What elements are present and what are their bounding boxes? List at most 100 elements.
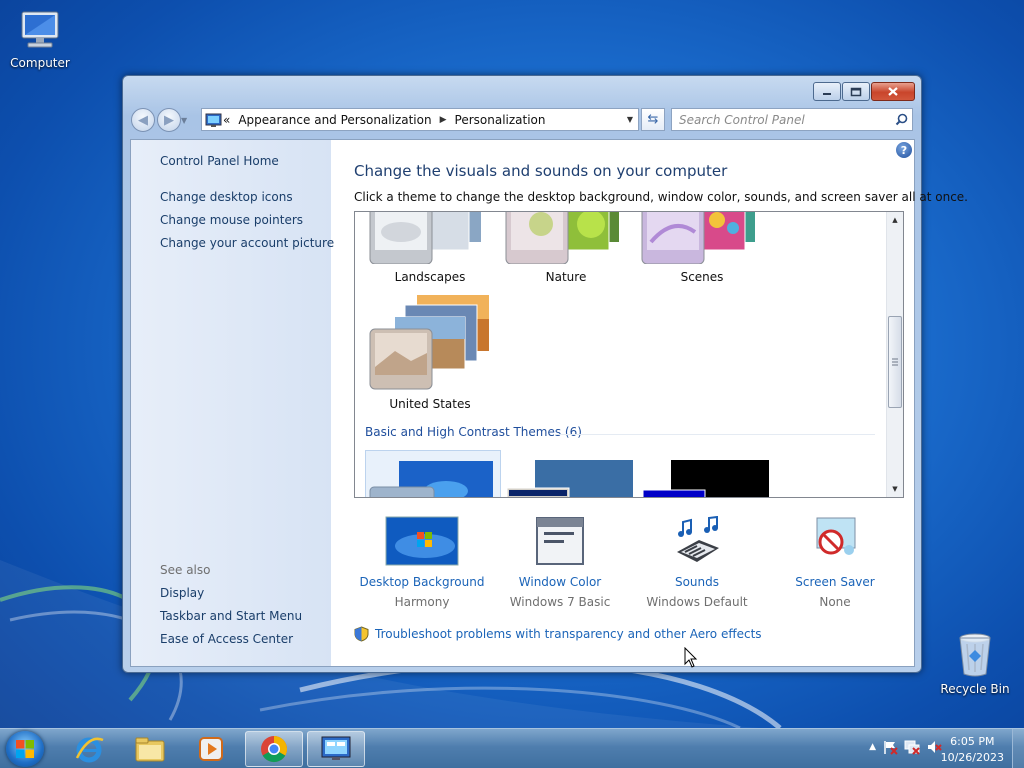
breadcrumb-overflow[interactable]: « xyxy=(223,113,230,127)
address-dropdown-icon[interactable]: ▼ xyxy=(622,115,638,124)
clock[interactable]: 6:05 PM 10/26/2023 xyxy=(941,734,1004,766)
search-icon xyxy=(895,113,907,126)
close-button[interactable] xyxy=(871,82,915,101)
sounds-setting[interactable]: Sounds Windows Default xyxy=(627,515,767,609)
scroll-down-arrow-icon[interactable]: ▼ xyxy=(887,481,903,497)
forward-button[interactable]: ▶ xyxy=(157,108,181,132)
sidebar-link-ease-of-access[interactable]: Ease of Access Center xyxy=(160,632,293,646)
windows-logo-icon xyxy=(16,740,34,758)
theme-scenes[interactable]: Scenes xyxy=(637,212,767,284)
clock-date: 10/26/2023 xyxy=(940,751,1004,764)
setting-label[interactable]: Window Color xyxy=(490,575,630,589)
breadcrumb-separator-icon[interactable]: ▶ xyxy=(440,115,447,125)
desktop-icon-computer[interactable]: Computer xyxy=(0,8,80,70)
taskbar-file-explorer[interactable] xyxy=(121,731,179,767)
desktop-icon-recycle-bin[interactable]: Recycle Bin xyxy=(935,630,1015,696)
media-player-icon xyxy=(199,737,223,761)
sidebar-link-change-account-picture[interactable]: Change your account picture xyxy=(160,236,334,250)
desktop-background-setting[interactable]: Desktop Background Harmony xyxy=(352,516,492,609)
theme-thumbnail xyxy=(369,461,493,497)
theme-label: Scenes xyxy=(680,270,724,284)
page-description: Click a theme to change the desktop back… xyxy=(354,190,968,204)
setting-value: Windows Default xyxy=(646,595,748,609)
sounds-icon xyxy=(677,515,719,562)
start-button[interactable] xyxy=(6,731,44,767)
search-button[interactable] xyxy=(890,113,912,126)
sidebar-link-control-panel-home[interactable]: Control Panel Home xyxy=(160,154,279,168)
taskbar-chrome[interactable] xyxy=(245,731,303,767)
action-center-flag-icon[interactable] xyxy=(882,739,898,755)
address-bar[interactable]: « Appearance and Personalization ▶ Perso… xyxy=(201,108,639,131)
theme-landscapes[interactable]: Landscapes xyxy=(365,212,495,284)
sidebar-link-change-desktop-icons[interactable]: Change desktop icons xyxy=(160,190,293,204)
theme-united-states[interactable]: United States xyxy=(365,295,495,415)
setting-label[interactable]: Desktop Background xyxy=(352,575,492,589)
troubleshoot-link[interactable]: Troubleshoot problems with transparency … xyxy=(354,626,762,642)
setting-value: None xyxy=(819,595,851,609)
theme-windows-7-basic[interactable] xyxy=(365,450,501,497)
sidebar-link-taskbar-start-menu[interactable]: Taskbar and Start Menu xyxy=(160,609,302,623)
setting-label[interactable]: Screen Saver xyxy=(765,575,905,589)
breadcrumb: « Appearance and Personalization ▶ Perso… xyxy=(223,113,622,127)
computer-icon xyxy=(21,11,59,48)
sidebar: Control Panel Home Change desktop icons … xyxy=(131,140,334,666)
theme-thumbnail xyxy=(642,460,769,497)
network-icon[interactable] xyxy=(904,739,920,755)
maximize-button[interactable] xyxy=(842,82,870,101)
maximize-icon xyxy=(850,87,862,96)
forward-arrow-icon: ▶ xyxy=(164,112,174,128)
desktop-background-icon xyxy=(385,516,459,566)
screen-saver-setting[interactable]: Screen Saver None xyxy=(765,516,905,609)
clock-time: 6:05 PM xyxy=(950,735,995,748)
breadcrumb-item-appearance[interactable]: Appearance and Personalization xyxy=(238,113,431,127)
show-hidden-icons-icon[interactable]: ▲ xyxy=(869,742,876,752)
group-divider xyxy=(555,434,875,435)
desktop-icon-label: Computer xyxy=(10,56,70,70)
theme-gallery-scrollbar[interactable]: ▲ ▼ xyxy=(886,212,903,497)
taskbar-internet-explorer[interactable] xyxy=(60,731,118,767)
theme-label: Nature xyxy=(545,270,587,284)
close-icon xyxy=(888,87,898,96)
shield-icon xyxy=(354,626,369,642)
setting-value: Harmony xyxy=(394,595,450,609)
see-also-heading: See also xyxy=(160,563,211,577)
content-area: Control Panel Home Change desktop icons … xyxy=(130,139,968,667)
control-panel-icon xyxy=(205,113,222,127)
theme-windows-classic[interactable] xyxy=(505,450,635,497)
back-button[interactable]: ◀ xyxy=(131,108,155,132)
system-tray: ▲ xyxy=(869,739,942,755)
scroll-up-arrow-icon[interactable]: ▲ xyxy=(887,212,903,228)
taskbar-control-panel[interactable] xyxy=(307,731,365,767)
minimize-button[interactable] xyxy=(813,82,841,101)
setting-value: Windows 7 Basic xyxy=(509,595,611,609)
window-color-setting[interactable]: Window Color Windows 7 Basic xyxy=(490,516,630,609)
screen-saver-icon xyxy=(816,517,856,555)
theme-gallery: Landscapes Nature Scenes United States B… xyxy=(354,211,904,498)
page-title: Change the visuals and sounds on your co… xyxy=(354,162,728,180)
breadcrumb-item-personalization[interactable]: Personalization xyxy=(455,113,546,127)
theme-thumbnail xyxy=(506,460,633,497)
show-desktop-button[interactable] xyxy=(1012,729,1024,768)
desktop-icon-label: Recycle Bin xyxy=(940,682,1010,696)
control-panel-icon xyxy=(321,736,351,760)
basic-themes-heading[interactable]: Basic and High Contrast Themes (6) xyxy=(365,425,582,439)
help-button[interactable]: ? xyxy=(896,142,912,158)
sidebar-link-display[interactable]: Display xyxy=(160,586,204,600)
recent-pages-dropdown[interactable]: ▼ xyxy=(181,116,191,125)
refresh-icon: ⇆ xyxy=(647,112,659,127)
theme-nature[interactable]: Nature xyxy=(501,212,631,284)
taskbar-media-player[interactable] xyxy=(182,731,240,767)
theme-high-contrast[interactable] xyxy=(641,450,771,497)
scroll-thumb[interactable] xyxy=(888,316,902,408)
search-box[interactable] xyxy=(671,108,913,131)
volume-muted-icon[interactable] xyxy=(926,739,942,755)
sidebar-link-change-mouse-pointers[interactable]: Change mouse pointers xyxy=(160,213,303,227)
theme-label: United States xyxy=(389,397,471,411)
taskbar: ▲ 6:05 PM 10/26/2023 xyxy=(0,728,1024,768)
setting-label[interactable]: Sounds xyxy=(627,575,767,589)
search-input[interactable] xyxy=(672,112,890,127)
refresh-button[interactable]: ⇆ xyxy=(641,108,665,131)
window-controls xyxy=(813,82,915,101)
troubleshoot-label[interactable]: Troubleshoot problems with transparency … xyxy=(375,627,762,641)
minimize-icon xyxy=(823,92,831,95)
